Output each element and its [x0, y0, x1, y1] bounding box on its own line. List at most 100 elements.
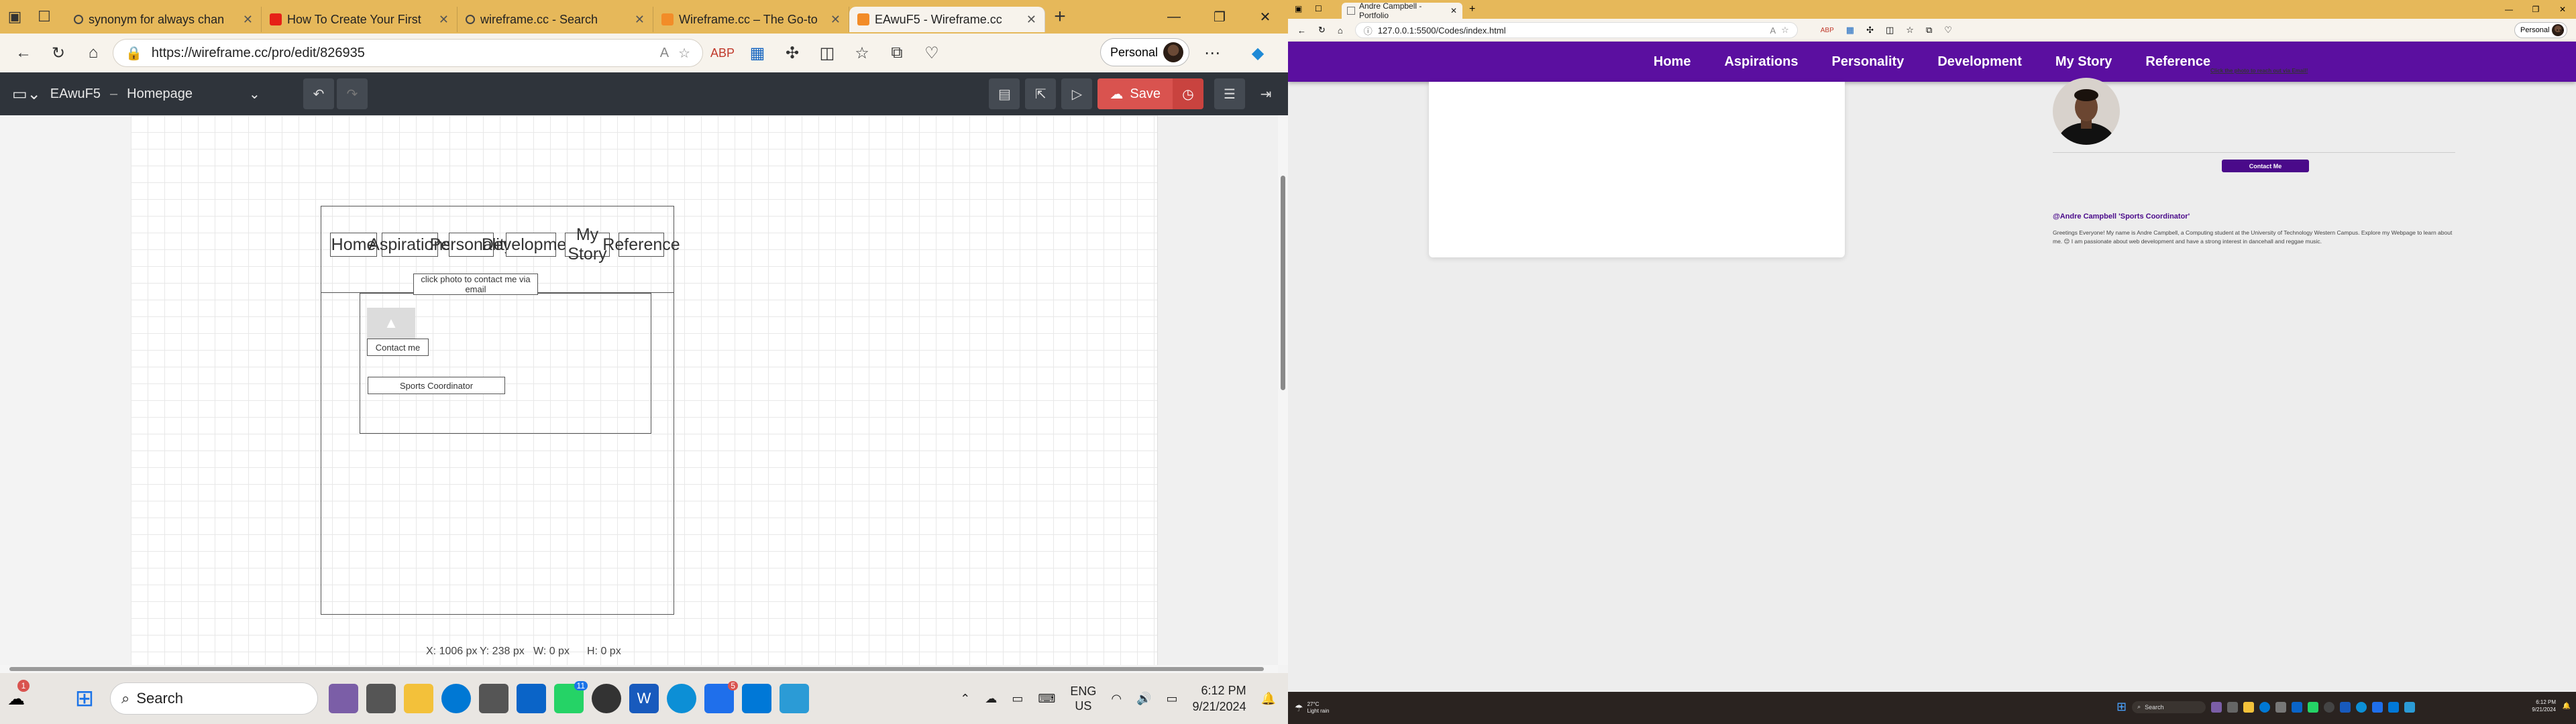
keyboard-icon[interactable]: ⌨ [1038, 692, 1055, 706]
chevron-down-icon[interactable]: ⌄ [249, 86, 260, 103]
store-icon[interactable] [479, 684, 508, 713]
clock[interactable]: 6:12 PM 9/21/2024 [1193, 682, 1246, 715]
tab-youtube[interactable]: How To Create Your First ✕ [262, 7, 458, 32]
language-indicator[interactable]: ENG US [1070, 684, 1096, 713]
minimize-icon[interactable]: — [2496, 0, 2522, 19]
weather-widget[interactable]: ☂ 27°C Light rain [1295, 701, 1329, 715]
preview-play-icon[interactable]: ▷ [1061, 78, 1093, 109]
outlook-icon[interactable] [2292, 701, 2303, 713]
close-window-icon[interactable]: ✕ [1242, 0, 1288, 34]
store-icon[interactable] [2275, 701, 2287, 713]
notification-bell-icon[interactable]: 🔔 [1261, 692, 1276, 706]
start-windows-icon[interactable]: ⊞ [2116, 700, 2127, 714]
site-nav-aspirations[interactable]: Aspirations [1724, 52, 1798, 72]
vscode-icon[interactable] [2388, 701, 2400, 713]
copilot-icon[interactable] [2211, 701, 2222, 713]
site-nav-personality[interactable]: Personality [1832, 52, 1904, 72]
clock[interactable]: 6:12 PM 9/21/2024 [2532, 699, 2556, 713]
taskbar-search[interactable]: ⌕ Search [2132, 701, 2206, 713]
site-nav-my-story[interactable]: My Story [2055, 52, 2112, 72]
read-aloud-icon[interactable]: A [1770, 25, 1776, 36]
app-icon[interactable] [329, 684, 358, 713]
tab-wireframe-home[interactable]: Wireframe.cc – The Go-to ✕ [653, 7, 849, 32]
tab-wireframe-editor[interactable]: EAwuF5 - Wireframe.cc ✕ [849, 7, 1045, 32]
close-icon[interactable]: ✕ [439, 13, 449, 27]
close-icon[interactable]: ✕ [1026, 13, 1036, 27]
contact-me-button[interactable]: Contact Me [2222, 160, 2309, 172]
favorites-icon[interactable]: ☆ [1906, 25, 1914, 36]
paint-icon[interactable] [780, 684, 809, 713]
horizontal-scrollbar[interactable] [0, 665, 1278, 673]
paint-icon[interactable] [2404, 701, 2416, 713]
edge-icon[interactable] [667, 684, 696, 713]
word-icon[interactable]: W [629, 684, 659, 713]
back-icon[interactable]: ← [8, 38, 39, 68]
chevron-up-icon[interactable]: ⌃ [960, 692, 970, 706]
favorites-icon[interactable]: ☆ [847, 38, 877, 68]
window-layout-icon[interactable]: ▭⌄ [12, 84, 41, 104]
share-link-icon[interactable]: ⇱ [1025, 78, 1057, 109]
copilot-icon[interactable]: ◆ [1242, 38, 1273, 68]
edge-icon[interactable] [2356, 701, 2367, 713]
media-player-icon[interactable] [2324, 701, 2335, 713]
mail-icon[interactable] [2372, 701, 2383, 713]
mail-icon[interactable]: 5 [704, 681, 738, 713]
back-icon[interactable]: ← [1297, 25, 1306, 36]
more-menu-icon[interactable]: ⋯ [1197, 38, 1228, 68]
notification-bell-icon[interactable]: 🔔 [2563, 703, 2571, 710]
wf-sports-coordinator[interactable]: Sports Coordinator [368, 377, 505, 394]
properties-sliders-icon[interactable]: ☰ [1214, 78, 1245, 109]
vertical-tabs-icon[interactable]: ☐ [30, 2, 59, 32]
task-view-icon[interactable] [2227, 701, 2239, 713]
browser-essentials-icon[interactable]: ♡ [916, 38, 947, 68]
restore-icon[interactable]: ❐ [2522, 0, 2549, 19]
tab-portfolio[interactable]: Andre Campbell - Portfolio ✕ [1342, 1, 1462, 20]
redo-icon[interactable]: ↷ [337, 78, 368, 109]
taskbar-search[interactable]: ⌕ Search [110, 682, 318, 715]
collections-icon[interactable]: ⧉ [881, 38, 912, 68]
whatsapp-icon[interactable] [2308, 701, 2319, 713]
wf-contact-me[interactable]: Contact me [367, 339, 429, 356]
exit-editor-icon[interactable]: ⇥ [1250, 78, 1281, 109]
wf-nav-reference[interactable]: Reference [602, 233, 680, 257]
read-aloud-icon[interactable]: A [660, 46, 669, 61]
widgets-weather-icon[interactable]: ☁ 1 [3, 673, 30, 724]
profile-photo[interactable] [2053, 78, 2120, 145]
collections-icon[interactable]: ⧉ [1926, 25, 1932, 36]
vpn-icon[interactable]: ▭ [1012, 692, 1023, 706]
volume-icon[interactable]: 🔊 [1136, 692, 1151, 706]
media-player-icon[interactable] [592, 684, 621, 713]
home-icon[interactable]: ⌂ [1338, 25, 1343, 36]
wf-image-placeholder[interactable]: ▲ [367, 308, 415, 339]
wf-click-photo-text[interactable]: click photo to contact me via email [413, 274, 538, 295]
cortana-icon[interactable] [2259, 701, 2271, 713]
profile-button[interactable]: Personal [1100, 38, 1190, 66]
adblock-extension-icon[interactable]: ABP [707, 38, 738, 68]
cortana-icon[interactable] [441, 684, 471, 713]
home-icon[interactable]: ⌂ [78, 38, 109, 68]
outlook-icon[interactable] [517, 684, 546, 713]
onedrive-icon[interactable]: ☁ [985, 692, 997, 706]
vertical-tabs-icon[interactable]: ☐ [1315, 4, 1322, 13]
extensions-puzzle-icon[interactable]: ✣ [1866, 25, 1874, 36]
favorite-star-icon[interactable]: ☆ [1781, 25, 1789, 36]
new-tab-icon[interactable]: + [1469, 3, 1475, 15]
battery-icon[interactable]: ▭ [1166, 692, 1177, 706]
wf-nav-development[interactable]: Development [482, 233, 580, 257]
site-nav-development[interactable]: Development [1937, 52, 2022, 72]
undo-icon[interactable]: ↶ [303, 78, 334, 109]
word-icon[interactable] [2340, 701, 2351, 713]
new-tab-icon[interactable]: + [1045, 2, 1075, 32]
task-view-icon[interactable] [366, 684, 396, 713]
site-nav-reference[interactable]: Reference [2145, 52, 2210, 72]
minimize-icon[interactable]: — [1151, 0, 1197, 34]
adblock-extension-icon[interactable]: ABP [1821, 27, 1834, 34]
workspaces-icon[interactable]: ▣ [1295, 4, 1302, 13]
refresh-icon[interactable]: ↻ [1318, 25, 1326, 36]
refresh-icon[interactable]: ↻ [43, 38, 74, 68]
workspaces-icon[interactable]: ▣ [0, 2, 30, 32]
extension-icon[interactable]: ▦ [742, 38, 773, 68]
close-icon[interactable]: ✕ [830, 13, 841, 27]
close-icon[interactable]: ✕ [243, 13, 253, 27]
address-input[interactable]: ⓘ 127.0.0.1:5500/Codes/index.html A ☆ [1354, 22, 1798, 38]
